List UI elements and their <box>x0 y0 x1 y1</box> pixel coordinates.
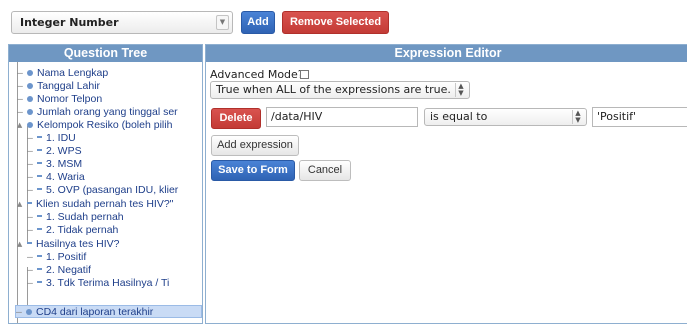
tree-node-option[interactable]: –1. IDU <box>27 132 76 145</box>
tree-node-nama-lengkap[interactable]: – Nama Lengkap <box>17 67 108 80</box>
number-question-icon <box>26 308 32 315</box>
date-question-icon <box>27 82 33 89</box>
option-icon <box>37 149 42 152</box>
tree-node-option[interactable]: –1. Positif <box>27 251 86 264</box>
operator-value: is equal to <box>430 110 488 123</box>
question-tree-panel: Question Tree – Nama Lengkap – Tanggal Lah… <box>8 44 203 324</box>
select-question-icon <box>27 242 32 245</box>
number-question-icon <box>27 95 33 102</box>
select-question-icon <box>27 202 32 205</box>
tree-node-option[interactable]: –3. MSM <box>27 158 82 171</box>
tree-node-kelompok-resiko[interactable]: ▴ Kelompok Resiko (boleh pilih <box>17 119 172 132</box>
tree-node-option[interactable]: –2. WPS <box>27 145 82 158</box>
dropdown-arrow-icon: ▼ <box>216 15 229 30</box>
remove-selected-button[interactable]: Remove Selected <box>282 11 389 34</box>
select-question-icon <box>27 121 33 128</box>
tree-node-tanggal-lahir[interactable]: – Tanggal Lahir <box>17 80 100 93</box>
option-icon <box>37 136 42 139</box>
tree-node-klien-tes-hiv[interactable]: ▴ Klien sudah pernah tes HIV?" <box>17 198 173 211</box>
save-to-form-button[interactable]: Save to Form <box>211 160 295 181</box>
expression-value-input[interactable]: 'Positif' <box>592 107 687 127</box>
option-icon <box>37 162 42 165</box>
add-expression-button[interactable]: Add expression <box>211 135 299 156</box>
select-updown-icon: ▲ ▼ <box>572 110 583 124</box>
expression-editor-title: Expression Editor <box>206 45 687 62</box>
tree-node-option[interactable]: –2. Negatif <box>27 264 91 277</box>
cancel-button[interactable]: Cancel <box>299 160 351 181</box>
option-icon <box>37 268 42 271</box>
tree-node-option[interactable]: –1. Sudah pernah <box>27 211 124 224</box>
tree-node-jumlah-orang[interactable]: – Jumlah orang yang tinggal ser <box>17 106 178 119</box>
tree-node-option[interactable]: –2. Tidak pernah <box>27 224 118 237</box>
add-button[interactable]: Add <box>241 11 275 34</box>
match-mode-select[interactable]: True when ALL of the expressions are tru… <box>210 81 470 99</box>
option-icon <box>37 255 42 258</box>
tree-node-cd4-selected[interactable]: – CD4 dari laporan terakhir <box>15 305 202 318</box>
tree-node-option[interactable]: –5. OVP (pasangan IDU, klier <box>27 184 178 197</box>
question-tree-title: Question Tree <box>9 45 202 62</box>
question-tree: – Nama Lengkap – Tanggal Lahir – Nomor Telp… <box>9 62 202 323</box>
tree-node-option[interactable]: –3. Tdk Terima Hasilnya / Ti <box>27 277 169 290</box>
option-icon <box>37 281 42 284</box>
advanced-mode-label: Advanced Mode? <box>210 68 304 81</box>
advanced-mode-checkbox[interactable] <box>300 70 309 79</box>
match-mode-value: True when ALL of the expressions are tru… <box>216 83 451 96</box>
question-type-value: Integer Number <box>20 16 119 29</box>
option-icon <box>37 175 42 178</box>
option-icon <box>37 228 42 231</box>
question-type-select[interactable]: Integer Number ▼ <box>11 11 233 34</box>
expression-path-input[interactable]: /data/HIV <box>266 107 418 127</box>
number-question-icon <box>27 108 33 115</box>
operator-select[interactable]: is equal to ▲ ▼ <box>424 108 587 126</box>
tree-node-hasilnya-tes-hiv[interactable]: ▴ Hasilnya tes HIV? <box>17 238 119 251</box>
option-icon <box>37 215 42 218</box>
expression-editor-panel: Expression Editor Advanced Mode? True wh… <box>205 44 687 324</box>
option-icon <box>37 188 42 191</box>
select-updown-icon: ▲ ▼ <box>455 83 466 97</box>
delete-expression-button[interactable]: Delete <box>211 108 261 129</box>
tree-node-nomor-telpon[interactable]: – Nomor Telpon <box>17 93 102 106</box>
tree-node-option[interactable]: –4. Waria <box>27 171 85 184</box>
text-question-icon <box>27 69 33 76</box>
